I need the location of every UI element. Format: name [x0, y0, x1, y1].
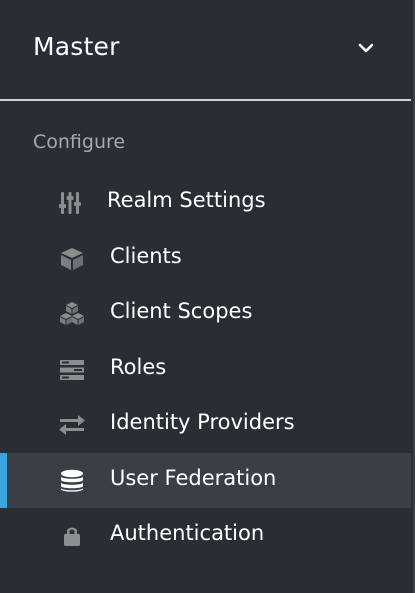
- cube-icon: [61, 248, 83, 270]
- sidebar-item-label: Roles: [110, 355, 167, 379]
- sidebar-item-label: Realm Settings: [107, 188, 266, 212]
- sidebar-item-authentication[interactable]: Authentication: [0, 508, 411, 563]
- sidebar-item-label: Clients: [110, 244, 182, 268]
- realm-selector[interactable]: Master: [0, 0, 411, 101]
- sidebar-item-label: Client Scopes: [110, 299, 253, 323]
- sidebar-item-identity-providers[interactable]: Identity Providers: [0, 397, 411, 452]
- realm-name: Master: [33, 32, 120, 61]
- cubes-icon: [60, 302, 84, 325]
- sidebar-item-roles[interactable]: Roles: [0, 342, 411, 397]
- sidebar-item-user-federation[interactable]: User Federation: [0, 453, 411, 508]
- list-icon: [60, 360, 84, 380]
- chevron-down-icon: [358, 43, 374, 53]
- sidebar-item-client-scopes[interactable]: Client Scopes: [0, 286, 411, 341]
- sidebar-item-realm-settings[interactable]: Realm Settings: [0, 175, 411, 230]
- sidebar-item-label: User Federation: [110, 466, 277, 490]
- sidebar: Master Configure Realm Settings Clients …: [0, 0, 415, 593]
- lock-icon: [64, 527, 80, 546]
- database-icon: [61, 469, 83, 492]
- sidebar-item-label: Identity Providers: [110, 410, 295, 434]
- sidebar-item-label: Authentication: [110, 521, 265, 545]
- exchange-icon: [59, 415, 85, 435]
- sliders-icon: [59, 192, 81, 214]
- sidebar-item-clients[interactable]: Clients: [0, 231, 411, 286]
- section-label-configure: Configure: [33, 131, 126, 153]
